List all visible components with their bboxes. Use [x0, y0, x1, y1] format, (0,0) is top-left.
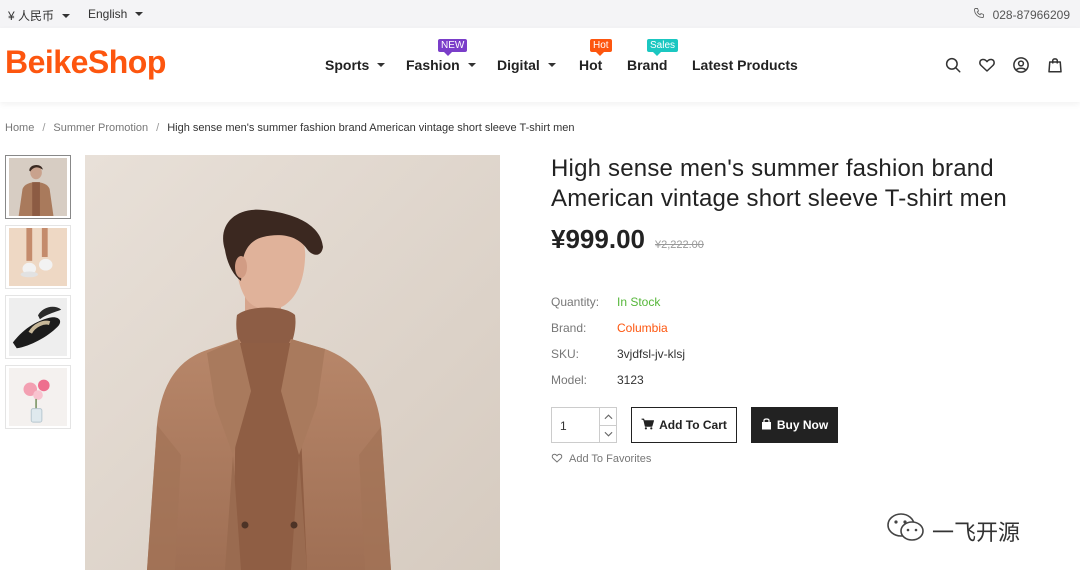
product-title: High sense men's summer fashion brand Am…: [551, 154, 1051, 214]
breadcrumb-current: High sense men's summer fashion brand Am…: [167, 122, 575, 134]
chevron-down-icon: [547, 63, 556, 67]
cart-icon: [641, 418, 655, 433]
breadcrumb-home[interactable]: Home: [5, 122, 34, 134]
thumbnail-coat[interactable]: [5, 155, 71, 219]
thumbnail-list: [5, 155, 71, 435]
chevron-down-icon: [467, 63, 476, 67]
currency-label: ¥ 人民币: [8, 9, 55, 23]
thumbnail-sandals[interactable]: [5, 295, 71, 359]
language-selector[interactable]: English: [88, 7, 144, 21]
thumbnail-image: [9, 298, 67, 356]
attr-quantity: Quantity: In Stock: [551, 289, 1051, 315]
thumbnail-sneakers[interactable]: [5, 225, 71, 289]
heart-icon[interactable]: [978, 56, 998, 76]
price: ¥999.00: [551, 224, 645, 254]
breadcrumb-category[interactable]: Summer Promotion: [53, 122, 148, 134]
heart-icon: [551, 452, 563, 466]
watermark: 一飞开源: [886, 512, 1020, 550]
attr-label: Brand:: [551, 321, 587, 335]
attr-label: SKU:: [551, 347, 580, 361]
price-row: ¥999.00 ¥2,222.00: [551, 224, 1051, 255]
currency-selector[interactable]: ¥ 人民币: [8, 7, 71, 24]
buy-now-button[interactable]: Buy Now: [751, 407, 838, 443]
nav-label: Latest Products: [692, 57, 798, 73]
model-value: 3123: [617, 373, 644, 387]
top-bar: ¥ 人民币 English 028-87966209: [0, 0, 1080, 28]
phone-number: 028-87966209: [992, 7, 1070, 22]
breadcrumb: Home / Summer Promotion / High sense men…: [5, 122, 575, 134]
watermark-text: 一飞开源: [932, 520, 1021, 545]
language-label: English: [88, 7, 128, 21]
thumbnail-flowers[interactable]: [5, 365, 71, 429]
badge-sales: Sales: [647, 39, 679, 56]
add-to-cart-label: Add To Cart: [659, 418, 727, 432]
product-title-line: American vintage short sleeve T-shirt me…: [551, 185, 1007, 212]
old-price: ¥2,222.00: [654, 239, 704, 251]
nav-item-digital[interactable]: Digital: [497, 57, 556, 73]
product-attributes: Quantity: In Stock Brand: Columbia SKU: …: [551, 289, 1051, 393]
nav-item-sports[interactable]: Sports: [325, 57, 386, 73]
phone-contact: 028-87966209: [973, 7, 1070, 22]
product-main-image[interactable]: [85, 155, 500, 570]
chevron-down-icon: [62, 13, 71, 18]
attr-label: Quantity:: [551, 295, 600, 309]
product-title-line: High sense men's summer fashion brand: [551, 155, 994, 182]
site-logo[interactable]: BeikeShop: [5, 44, 166, 81]
attr-brand: Brand: Columbia: [551, 315, 1051, 341]
purchase-actions: 1 Add To Cart Buy Now: [551, 407, 1051, 443]
header-actions: [944, 56, 1066, 76]
thumbnail-image: [9, 368, 67, 426]
chevron-down-icon: [377, 63, 386, 67]
attr-label: Model:: [551, 373, 588, 387]
nav-label: Sports: [325, 57, 370, 73]
nav-item-latest-products[interactable]: Latest Products: [692, 57, 798, 73]
nav-label: Brand: [627, 57, 668, 73]
quantity-input[interactable]: 1: [560, 419, 567, 433]
bag-icon[interactable]: [1046, 56, 1066, 76]
search-icon[interactable]: [944, 56, 964, 76]
nav-item-fashion[interactable]: Fashion: [406, 57, 476, 73]
nav-item-brand[interactable]: Brand: [627, 57, 667, 73]
buy-now-label: Buy Now: [776, 418, 829, 432]
nav-item-hot[interactable]: Hot: [579, 57, 602, 73]
quantity-stepper[interactable]: 1: [551, 407, 617, 443]
nav-label: Fashion: [406, 57, 460, 73]
product-info: High sense men's summer fashion brand Am…: [551, 154, 1051, 466]
attr-sku: SKU: 3vjdfsl-jv-klsj: [551, 341, 1051, 367]
shopping-bag-icon: [761, 417, 772, 433]
brand-link[interactable]: Columbia: [617, 321, 668, 335]
stock-status: In Stock: [617, 295, 661, 309]
badge-hot: Hot: [590, 39, 612, 56]
wechat-icon: [886, 512, 926, 550]
stepper-controls: [599, 408, 616, 442]
sku-value: 3vjdfsl-jv-klsj: [617, 347, 686, 361]
nav-label: Digital: [497, 57, 540, 73]
breadcrumb-separator: /: [42, 122, 46, 134]
chevron-down-icon: [135, 12, 144, 16]
thumbnail-image: [9, 158, 67, 216]
chevron-up-icon[interactable]: [600, 408, 616, 425]
phone-icon: [973, 7, 985, 22]
add-to-favorites[interactable]: Add To Favorites: [551, 452, 1051, 466]
attr-model: Model: 3123: [551, 367, 1051, 393]
main-header: BeikeShop NEW Hot Sales Sports Fashion D…: [0, 28, 1080, 102]
badge-new: NEW: [438, 39, 468, 56]
product-photo: [85, 155, 500, 570]
nav-label: Hot: [579, 57, 603, 73]
chevron-down-icon[interactable]: [600, 425, 616, 442]
add-to-cart-button[interactable]: Add To Cart: [631, 407, 737, 443]
thumbnail-image: [9, 228, 67, 286]
user-icon[interactable]: [1012, 56, 1032, 76]
favorites-label: Add To Favorites: [569, 453, 652, 465]
breadcrumb-separator: /: [156, 122, 160, 134]
